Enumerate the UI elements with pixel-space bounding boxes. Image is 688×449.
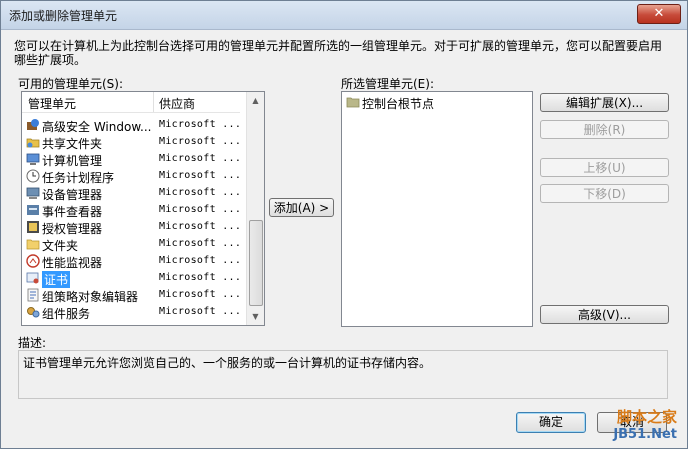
list-item[interactable]: 高级安全 Window... Microsoft ... [22, 117, 242, 134]
snapin-name: 计算机管理 [42, 154, 103, 168]
list-item[interactable]: 性能监视器 Microsoft ... [22, 253, 242, 270]
authorization-icon [27, 221, 39, 233]
list-item[interactable]: 事件查看器 Microsoft ... [22, 202, 242, 219]
watermark-line1: 脚本之家 [616, 408, 677, 426]
performance-icon [26, 254, 40, 268]
list-item[interactable]: 设备管理器 Microsoft ... [22, 185, 242, 202]
snapin-vendor: Microsoft ... [159, 272, 242, 283]
snapin-vendor: Microsoft ... [159, 238, 242, 249]
group-policy-icon [27, 288, 39, 302]
event-viewer-icon [27, 205, 39, 215]
move-up-button[interactable]: 上移(U) [540, 158, 669, 177]
list-item[interactable]: 控制台根节点 [342, 94, 532, 111]
snapin-vendor: Microsoft ... [159, 187, 242, 198]
snapin-vendor: Microsoft ... [159, 221, 242, 232]
list-item[interactable]: 共享文件夹 Microsoft ... [22, 134, 242, 151]
snapin-name: 组件服务 [42, 307, 91, 321]
available-snapins-label: 可用的管理单元(S): [18, 77, 124, 91]
edit-extensions-button[interactable]: 编辑扩展(X)... [540, 93, 669, 112]
snapin-name: 任务计划程序 [42, 171, 115, 185]
list-item[interactable]: 文件夹 Microsoft ... [22, 236, 242, 253]
list-item-label: 控制台根节点 [362, 97, 435, 111]
security-icon [27, 119, 39, 130]
snapin-vendor: Microsoft ... [159, 289, 242, 300]
list-item[interactable]: 组件服务 Microsoft ... [22, 304, 242, 321]
available-snapins-list[interactable]: 管理单元 供应商 高级安全 Window... Microsoft ... 共享文件… [21, 91, 265, 326]
move-down-button[interactable]: 下移(D) [540, 184, 669, 203]
column-header-name[interactable]: 管理单元 [28, 95, 76, 112]
list-item[interactable]: 授权管理器 Microsoft ... [22, 219, 242, 236]
snapin-name: 共享文件夹 [42, 137, 103, 151]
clock-icon [26, 169, 40, 183]
snapin-vendor: Microsoft ... [159, 306, 242, 317]
description-label: 描述: [18, 336, 47, 350]
intro-text: 您可以在计算机上为此控制台选择可用的管理单元并配置所选的一组管理单元。对于可扩展… [14, 39, 663, 67]
list-item[interactable]: 证书 Microsoft ... [22, 270, 242, 288]
description-text: 证书管理单元允许您浏览自己的、一个服务的或一台计算机的证书存储内容。 [23, 356, 432, 370]
scroll-up-arrow-icon[interactable]: ▲ [247, 92, 264, 109]
available-list-scrollbar[interactable]: ▲ ▼ [246, 92, 264, 325]
snapin-name: 事件查看器 [42, 205, 103, 219]
close-button[interactable]: ✕ [637, 4, 681, 24]
watermark-line2: JB51.Net [613, 427, 677, 442]
snapin-vendor: Microsoft ... [159, 153, 242, 164]
scroll-thumb[interactable] [249, 220, 263, 306]
window-title: 添加或删除管理单元 [9, 9, 118, 23]
selected-snapins-list[interactable]: 控制台根节点 [341, 91, 533, 327]
snapin-name: 文件夹 [42, 239, 79, 253]
scroll-down-arrow-icon[interactable]: ▼ [247, 308, 264, 325]
snapin-vendor: Microsoft ... [159, 170, 242, 181]
snapin-name: 组策略对象编辑器 [42, 290, 139, 304]
computer-management-icon [26, 153, 40, 165]
list-item[interactable]: 任务计划程序 Microsoft ... [22, 168, 242, 185]
list-column-header: 管理单元 供应商 [22, 92, 240, 113]
description-box: 证书管理单元允许您浏览自己的、一个服务的或一台计算机的证书存储内容。 [18, 350, 668, 399]
column-header-vendor[interactable]: 供应商 [159, 95, 195, 112]
snapin-vendor: Microsoft ... [159, 255, 242, 266]
device-manager-icon [26, 187, 40, 199]
snapin-name: 设备管理器 [42, 188, 103, 202]
snapin-vendor: Microsoft ... [159, 136, 242, 147]
snapin-name: 性能监视器 [42, 256, 103, 270]
title-bar[interactable]: 添加或删除管理单元 ✕ [1, 1, 687, 30]
remove-button[interactable]: 删除(R) [540, 120, 669, 139]
ok-button[interactable]: 确定 [516, 412, 586, 433]
folder-icon [26, 239, 40, 250]
list-item[interactable]: 组策略对象编辑器 Microsoft ... [22, 287, 242, 304]
component-services-icon [27, 307, 40, 318]
add-remove-snapin-dialog: 添加或删除管理单元 ✕ 您可以在计算机上为此控制台选择可用的管理单元并配置所选的… [0, 0, 688, 449]
advanced-button[interactable]: 高级(V)... [540, 305, 669, 324]
snapin-vendor: Microsoft ... [159, 119, 242, 130]
list-item[interactable]: 计算机管理 Microsoft ... [22, 151, 242, 168]
certificate-icon [26, 272, 39, 284]
add-button[interactable]: 添加(A) > [269, 198, 334, 217]
snapin-name: 授权管理器 [42, 222, 103, 236]
snapin-name: 证书 [42, 271, 71, 288]
shared-folder-icon [26, 138, 40, 148]
selected-snapins-label: 所选管理单元(E): [341, 77, 434, 91]
watermark-logo: 脚本之家 JB51.Net [613, 406, 677, 442]
folder-icon [346, 97, 360, 108]
snapin-name: 高级安全 Window... [42, 120, 152, 134]
snapin-vendor: Microsoft ... [159, 204, 242, 215]
